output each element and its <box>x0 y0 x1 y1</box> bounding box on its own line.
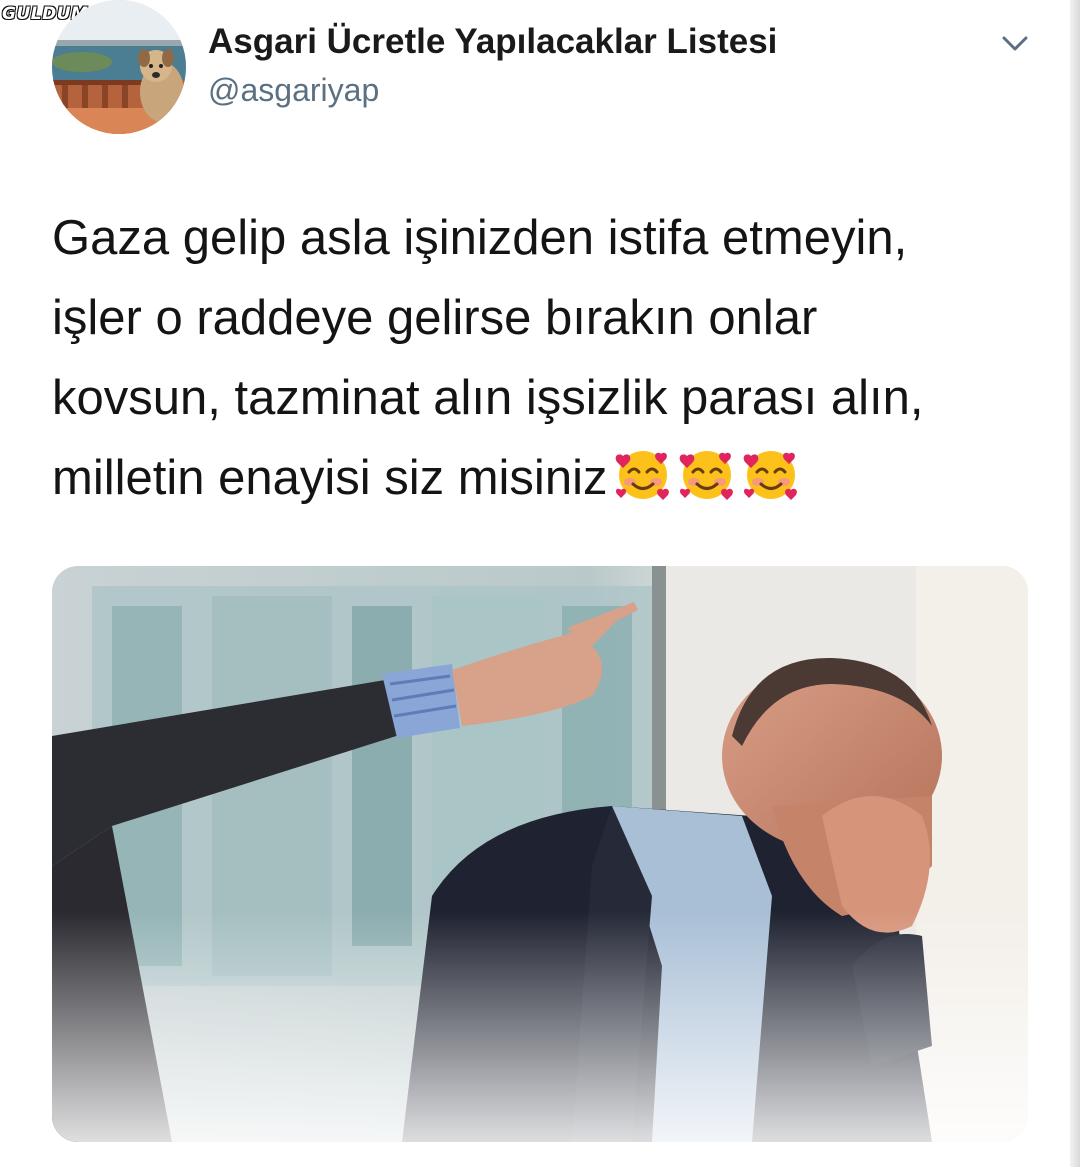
smiling-face-with-hearts-icon <box>616 451 670 500</box>
smiling-face-with-hearts-icon <box>680 451 734 500</box>
tweet-text-line: işler o raddeye gelirse bırakın onlar <box>52 291 818 345</box>
author-handle[interactable]: @asgariyap <box>208 72 379 109</box>
tweet-text-line: Gaza gelip asla işinizden istifa etmeyin… <box>52 211 908 265</box>
tweet-text-last-line: milletin enayisi siz misiniz <box>52 438 1012 518</box>
chevron-down-icon[interactable] <box>998 30 1032 58</box>
tweet-text: Gaza gelip asla işinizden istifa etmeyin… <box>52 198 1012 518</box>
tweet-media-image[interactable] <box>52 566 1028 1142</box>
avatar[interactable] <box>52 0 186 134</box>
page-edge-shadow <box>1070 0 1080 1167</box>
tweet-text-line: milletin enayisi siz misiniz <box>52 451 608 505</box>
tweet-text-line: kovsun, tazminat alın işsizlik parası al… <box>52 371 924 425</box>
author-name[interactable]: Asgari Ücretle Yapılacaklar Listesi <box>208 22 777 62</box>
smiling-face-with-hearts-icon <box>744 451 798 500</box>
